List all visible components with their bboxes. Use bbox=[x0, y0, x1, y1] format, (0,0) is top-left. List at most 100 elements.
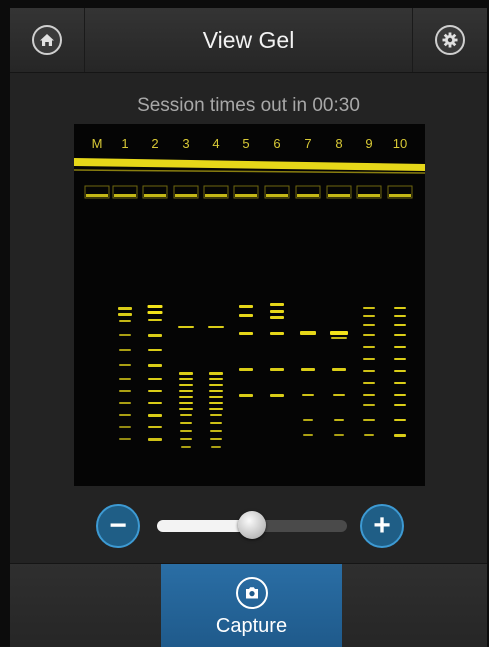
gel-top-edge bbox=[73, 169, 426, 174]
gel-band bbox=[148, 426, 162, 428]
gel-band bbox=[119, 426, 131, 428]
gel-band bbox=[363, 370, 375, 372]
gel-well-band bbox=[328, 194, 350, 197]
gel-band bbox=[334, 434, 344, 436]
gel-band bbox=[119, 320, 131, 322]
capture-button[interactable]: Capture bbox=[161, 564, 342, 647]
gel-top-band bbox=[74, 158, 425, 171]
gel-band bbox=[334, 419, 344, 421]
zoom-slider-thumb[interactable] bbox=[238, 511, 266, 539]
gel-band bbox=[148, 349, 162, 351]
gel-band bbox=[363, 404, 375, 406]
gel-band bbox=[210, 438, 222, 440]
gel-band bbox=[363, 358, 375, 360]
home-button[interactable] bbox=[10, 8, 85, 72]
gel-band bbox=[119, 414, 131, 416]
gel-well-band bbox=[175, 194, 197, 197]
gel-band bbox=[118, 313, 132, 316]
zoom-out-button[interactable]: − bbox=[96, 504, 140, 548]
gel-band bbox=[270, 310, 284, 313]
top-bar: View Gel bbox=[10, 8, 487, 73]
gel-band bbox=[180, 430, 192, 432]
gel-band bbox=[394, 358, 406, 360]
gel-band bbox=[209, 396, 223, 398]
gel-band bbox=[332, 368, 346, 371]
gel-well-band bbox=[297, 194, 319, 197]
gel-well-band bbox=[389, 194, 411, 197]
gel-band bbox=[209, 372, 223, 375]
gel-band bbox=[119, 378, 131, 380]
gel-band bbox=[179, 396, 193, 398]
gel-image-svg: M 1 2 3 4 5 6 7 8 9 10 bbox=[73, 136, 426, 448]
gel-band bbox=[119, 349, 131, 351]
gel-band bbox=[363, 315, 375, 317]
zoom-in-button[interactable]: + bbox=[360, 504, 404, 548]
gel-well-band bbox=[86, 194, 108, 197]
gel-band bbox=[394, 382, 406, 384]
gel-band bbox=[330, 331, 348, 335]
gel-band bbox=[363, 394, 375, 396]
gel-band bbox=[147, 311, 163, 314]
gel-well-band bbox=[266, 194, 288, 197]
gel-band bbox=[147, 305, 163, 308]
gel-band bbox=[210, 430, 222, 432]
gel-band bbox=[363, 307, 375, 309]
gel-band bbox=[119, 390, 131, 392]
gel-band bbox=[302, 394, 314, 396]
plus-icon: + bbox=[373, 509, 391, 542]
gel-band bbox=[394, 370, 406, 372]
gel-band bbox=[270, 394, 284, 397]
camera-icon bbox=[235, 577, 268, 609]
gel-band bbox=[209, 408, 223, 410]
gel-band bbox=[270, 303, 284, 306]
gel-band bbox=[148, 364, 162, 367]
gel-band bbox=[333, 394, 345, 396]
gel-well-band bbox=[144, 194, 166, 197]
gel-band bbox=[209, 378, 223, 380]
lane-label: 9 bbox=[365, 136, 372, 151]
lane-label: 1 bbox=[121, 136, 128, 151]
gel-band bbox=[270, 316, 284, 319]
gel-well-band bbox=[114, 194, 136, 197]
gel-band bbox=[301, 368, 315, 371]
gel-band bbox=[119, 364, 131, 366]
gel-band bbox=[300, 331, 316, 335]
gel-band bbox=[148, 402, 162, 404]
gel-band bbox=[209, 390, 223, 392]
gel-band bbox=[148, 378, 162, 380]
capture-label: Capture bbox=[215, 615, 288, 637]
gel-band bbox=[210, 422, 222, 424]
lane-label: 6 bbox=[273, 136, 280, 151]
gel-band bbox=[394, 434, 406, 437]
gel-band bbox=[239, 368, 253, 371]
gel-band bbox=[303, 419, 313, 421]
gel-band bbox=[179, 390, 193, 392]
lane-label: 5 bbox=[242, 136, 249, 151]
gel-band bbox=[180, 414, 192, 416]
gel-band bbox=[148, 438, 162, 441]
gel-band bbox=[211, 446, 221, 448]
gel-band bbox=[364, 434, 374, 436]
gel-band bbox=[148, 390, 162, 392]
gel-band bbox=[363, 382, 375, 384]
gel-band bbox=[118, 307, 132, 310]
home-icon bbox=[32, 25, 62, 55]
settings-button[interactable] bbox=[412, 8, 487, 72]
gel-band bbox=[394, 346, 406, 348]
gel-band bbox=[119, 402, 131, 404]
gel-band bbox=[331, 337, 347, 339]
minus-icon: − bbox=[109, 509, 127, 542]
gel-band bbox=[178, 326, 194, 328]
gel-band bbox=[179, 378, 193, 380]
gel-image[interactable]: M 1 2 3 4 5 6 7 8 9 10 bbox=[73, 124, 426, 486]
gel-band bbox=[363, 419, 375, 421]
page-title: View Gel bbox=[202, 26, 295, 53]
gel-band bbox=[394, 315, 406, 317]
lane-label: 3 bbox=[182, 136, 189, 151]
gel-band bbox=[210, 414, 222, 416]
zoom-control: − + bbox=[10, 500, 487, 550]
gel-band bbox=[270, 332, 284, 335]
lane-label: 2 bbox=[151, 136, 158, 151]
gel-band bbox=[394, 324, 406, 326]
gel-band bbox=[394, 394, 406, 396]
